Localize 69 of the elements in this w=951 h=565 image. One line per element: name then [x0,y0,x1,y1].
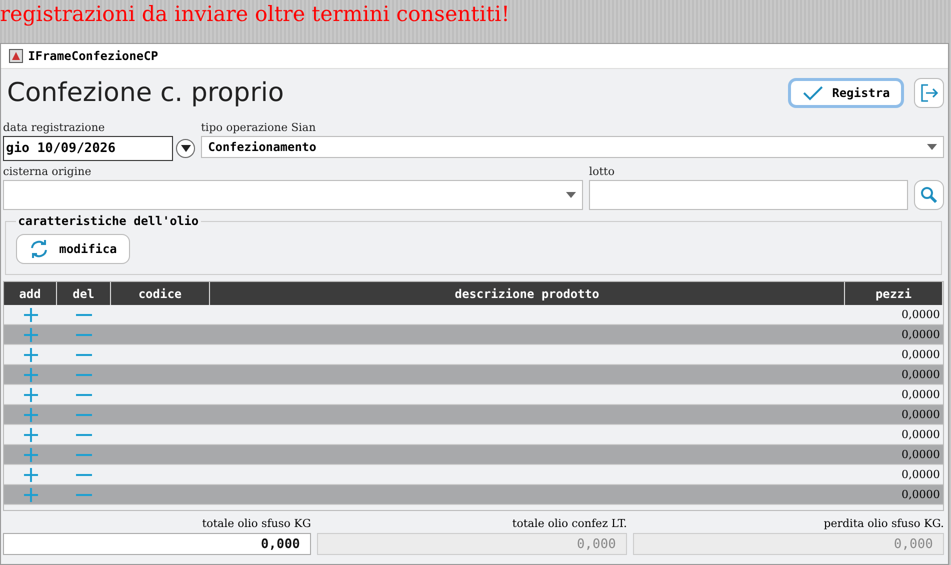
check-icon [802,85,824,101]
add-row-button[interactable] [24,388,38,402]
plus-icon [24,348,38,362]
search-icon [920,186,938,204]
table-cell: 0,0000 [902,468,940,481]
table-cell: 0,0000 [902,368,940,381]
field-label: cisterna origine [3,165,92,180]
exit-icon [919,83,939,103]
table-cell: 0,0000 [902,408,940,421]
delete-row-button[interactable] [76,352,92,356]
total-label: perdita olio sfuso KG. [824,517,944,532]
plus-icon [24,488,38,502]
minus-icon [76,412,92,416]
panel-title: caratteristiche dell'olio [17,214,200,228]
caret-icon [566,192,576,198]
app-icon [9,49,23,63]
delete-row-button[interactable] [76,312,92,316]
refresh-icon [29,239,50,259]
search-button[interactable] [914,180,944,210]
operation-dropdown[interactable]: Confezionamento [201,136,944,158]
plus-icon [24,308,38,322]
plus-icon [24,388,38,402]
minus-icon [76,472,92,476]
page-title: Confezione c. proprio [7,78,285,108]
minus-icon [76,372,92,376]
caret-icon [180,145,190,152]
modify-button[interactable]: modifica [16,234,130,264]
total-field[interactable]: 0,000 [3,533,311,555]
plus-icon [24,328,38,342]
add-row-button[interactable] [24,468,38,482]
exit-button[interactable] [914,78,944,108]
table-cell: 0,0000 [902,388,940,401]
field-label: data registrazione [3,121,106,136]
delete-row-button[interactable] [76,472,92,476]
lot-field[interactable] [589,180,908,210]
plus-icon [24,408,38,422]
field-label: tipo operazione Sian [201,121,317,136]
save-button[interactable]: Registra [788,78,904,108]
add-row-button[interactable] [24,348,38,362]
plus-icon [24,368,38,382]
plus-icon [24,448,38,462]
table-cell: 0,0000 [902,348,940,361]
date-field[interactable]: gio 10/09/2026 [3,136,173,161]
delete-row-button[interactable] [76,392,92,396]
add-row-button[interactable] [24,428,38,442]
minus-icon [76,452,92,456]
delete-row-button[interactable] [76,432,92,436]
window-title: IFrameConfezioneCP [28,49,158,63]
minus-icon [76,432,92,436]
caret-icon [927,144,937,150]
minus-icon [76,392,92,396]
add-row-button[interactable] [24,308,38,322]
warning-text: registrazioni da inviare oltre termini consentiti! [0,1,510,28]
dropdown-button[interactable] [176,139,195,158]
tank-dropdown[interactable] [3,180,583,210]
minus-icon [76,352,92,356]
table-cell: 0,0000 [902,448,940,461]
table-cell: 0,0000 [902,428,940,441]
table-cell: 0,0000 [902,488,940,501]
table-cell: 0,0000 [902,328,940,341]
total-label: totale olio confez LT. [512,517,627,532]
minus-icon [76,492,92,496]
table-cell: 0,0000 [902,308,940,321]
minus-icon [76,312,92,316]
minus-icon [76,332,92,336]
plus-icon [24,468,38,482]
field-label: lotto [589,165,616,180]
total-label: totale olio sfuso KG [202,517,311,532]
plus-icon [24,428,38,442]
